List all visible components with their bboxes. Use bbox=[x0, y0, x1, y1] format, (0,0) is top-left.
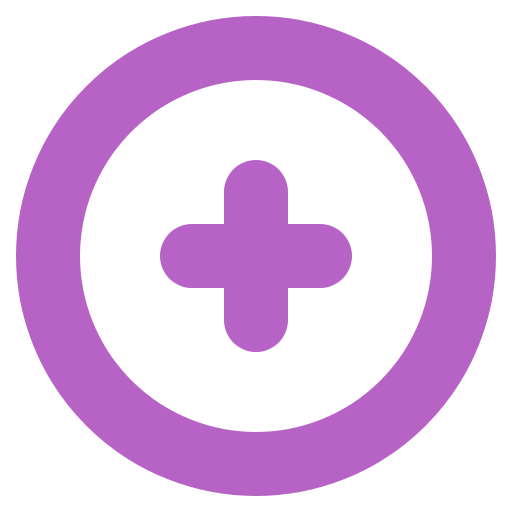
add-button[interactable] bbox=[0, 0, 512, 512]
icon-canvas bbox=[0, 0, 512, 512]
add-circle-icon bbox=[16, 16, 496, 496]
